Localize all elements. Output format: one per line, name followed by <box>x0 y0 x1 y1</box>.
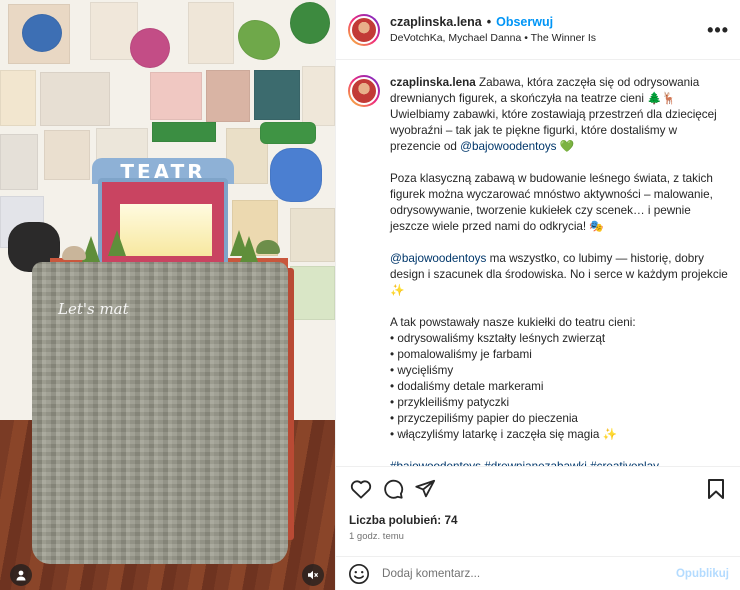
action-bar <box>336 474 740 504</box>
post-side-panel: czaplinska.lena • Obserwuj DeVotchKa, My… <box>335 0 740 590</box>
drawing <box>290 2 330 44</box>
caption-paragraph-3: @bajowoodentoys ma wszystko, co lubimy —… <box>390 251 729 299</box>
photo-watermark: Let's mat <box>58 300 129 318</box>
list-item: • przykleiliśmy patyczki <box>390 396 510 409</box>
drawing <box>0 70 36 126</box>
comment-bar: Opublikuj <box>336 556 740 590</box>
caption-paragraph-1: czaplinska.lena Zabawa, która zaczęła si… <box>390 75 729 155</box>
more-options-icon[interactable]: ••• <box>707 20 729 41</box>
mention-link[interactable]: @bajowoodentoys <box>390 252 486 265</box>
separator-dot: • <box>486 15 492 29</box>
share-button[interactable] <box>412 476 438 502</box>
mention-link[interactable]: @bajowoodentoys <box>460 140 556 153</box>
drawing <box>0 134 38 190</box>
list-item: • dodaliśmy detale markerami <box>390 380 544 393</box>
comment-button[interactable] <box>380 476 406 502</box>
caption-paragraph-2: Poza klasyczną zabawą w budowanie leśneg… <box>390 172 713 233</box>
follow-button[interactable]: Obserwuj <box>496 15 553 29</box>
caption-steps-list: • odrysowaliśmy kształty leśnych zwierzą… <box>390 331 729 443</box>
post-header: czaplinska.lena • Obserwuj DeVotchKa, My… <box>336 0 740 60</box>
header-text: czaplinska.lena • Obserwuj DeVotchKa, My… <box>390 15 596 44</box>
list-item: • pomalowaliśmy je farbami <box>390 348 532 361</box>
drawing <box>302 66 335 126</box>
comment-input[interactable] <box>382 567 667 580</box>
drawing <box>290 208 335 262</box>
caption-row: czaplinska.lena Zabawa, która zaczęła si… <box>348 75 729 466</box>
avatar[interactable] <box>348 13 380 46</box>
audio-link[interactable]: DeVotchKa, Mychael Danna • The Winner Is <box>390 32 596 44</box>
wooden-tree-toy <box>108 230 126 256</box>
drawing <box>188 2 234 64</box>
save-button[interactable] <box>703 476 729 502</box>
bookmark-icon <box>708 479 724 499</box>
publish-button[interactable]: Opublikuj <box>676 568 729 580</box>
comment-icon <box>384 479 404 499</box>
list-item: • odrysowaliśmy kształty leśnych zwierzą… <box>390 332 606 345</box>
caption-username-link[interactable]: czaplinska.lena <box>390 76 476 89</box>
theater-sign: TEATR <box>120 160 206 184</box>
drawing <box>150 72 202 120</box>
list-item: • przyczepiliśmy papier do pieczenia <box>390 412 578 425</box>
avatar-image <box>350 15 378 44</box>
header-user-row: czaplinska.lena • Obserwuj <box>390 15 596 29</box>
drawing <box>152 122 216 142</box>
drawing <box>130 28 170 68</box>
list-item: • wycięliśmy <box>390 364 454 377</box>
caption-avatar[interactable] <box>348 75 380 107</box>
drawing <box>22 14 62 52</box>
drawing <box>40 72 110 126</box>
drawing <box>206 70 250 122</box>
drawing <box>44 130 90 180</box>
post-media[interactable]: TEATR Let's mat <box>0 0 335 590</box>
emoji-icon[interactable] <box>348 563 370 585</box>
drawing <box>254 70 300 120</box>
like-button[interactable] <box>348 476 374 502</box>
theater-screen <box>120 204 212 256</box>
wooden-mushroom-toy <box>256 240 280 254</box>
muted-speaker-icon <box>308 570 319 580</box>
caption-section: czaplinska.lena Zabawa, która zaczęła si… <box>336 61 740 467</box>
user-icon <box>16 570 26 581</box>
instagram-post-dialog: TEATR Let's mat czaplinska.lena • Obserw… <box>0 0 740 590</box>
mute-button[interactable] <box>302 564 324 586</box>
drawing <box>270 148 322 202</box>
list-item: • włączyliśmy latarkę i zaczęła się magi… <box>390 428 618 441</box>
caption-text: czaplinska.lena Zabawa, która zaczęła si… <box>390 75 729 466</box>
hashtag-links[interactable]: #bajowoodentoys #drewnianezabawki #creat… <box>390 459 729 466</box>
drawing <box>290 266 335 320</box>
heart-icon <box>350 480 372 499</box>
caption-steps-intro: A tak powstawały nasze kukiełki do teatr… <box>390 316 636 329</box>
likes-count[interactable]: Liczba polubień: 74 <box>349 514 457 527</box>
username-link[interactable]: czaplinska.lena <box>390 15 482 29</box>
tagged-users-button[interactable] <box>10 564 32 586</box>
caption-emoji: 💚 <box>556 140 575 153</box>
drawing <box>260 122 316 144</box>
paper-plane-icon <box>415 479 436 498</box>
wooden-toy <box>62 246 86 260</box>
avatar-image <box>350 77 378 105</box>
post-timestamp[interactable]: 1 godz. temu <box>349 531 404 542</box>
